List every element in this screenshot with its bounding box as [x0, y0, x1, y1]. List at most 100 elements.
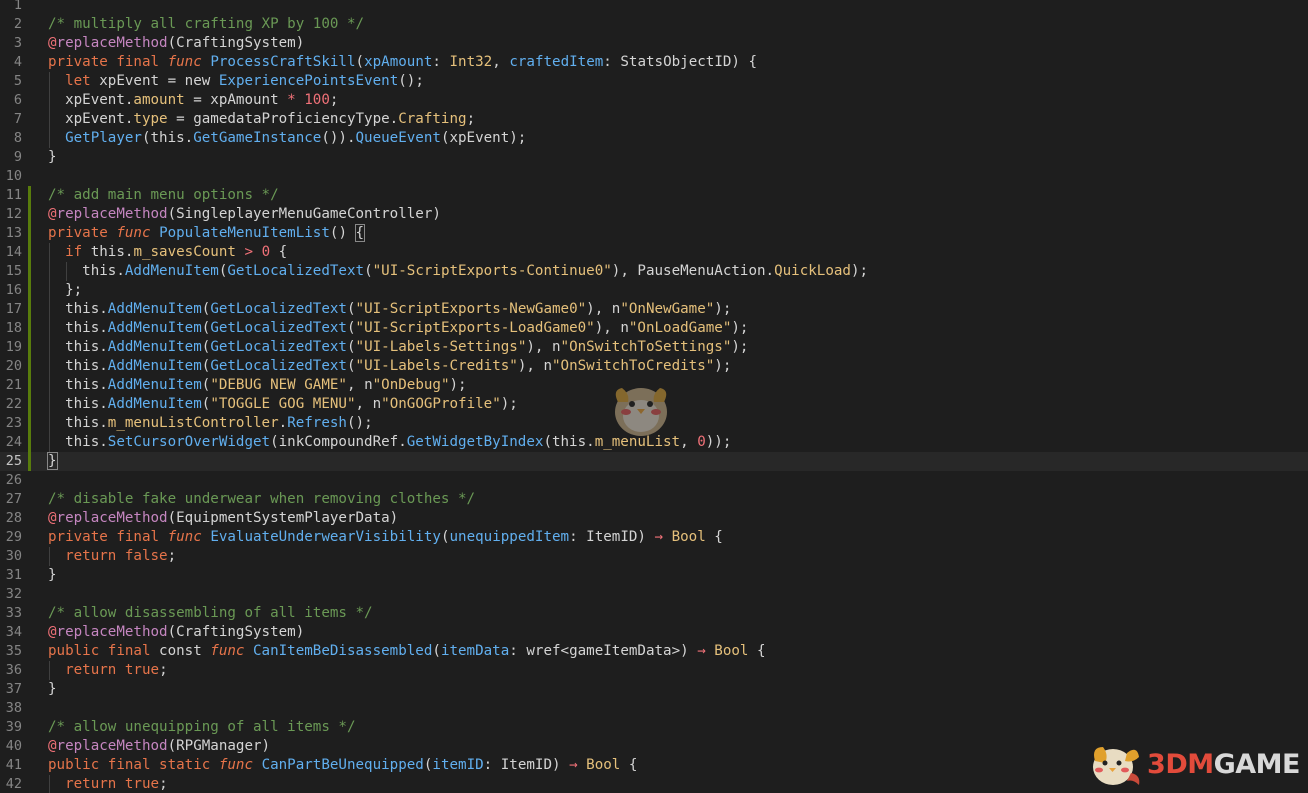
code-text[interactable]: this.m_menuListController.Refresh();	[48, 414, 373, 433]
code-text[interactable]: let xpEvent = new ExperiencePointsEvent(…	[48, 72, 424, 91]
line-number: 31	[5, 567, 22, 583]
code-line[interactable]: 2 /* multiply all crafting XP by 100 */	[0, 15, 1308, 34]
code-line[interactable]: 4 private final func ProcessCraftSkill(xp…	[0, 53, 1308, 72]
code-line[interactable]: 39 /* allow unequipping of all items */	[0, 718, 1308, 737]
code-line[interactable]: 19 this.AddMenuItem(GetLocalizedText("UI…	[0, 338, 1308, 357]
code-text[interactable]: this.AddMenuItem(GetLocalizedText("UI-La…	[48, 338, 748, 357]
code-text[interactable]: private func PopulateMenuItemList() {	[48, 224, 366, 243]
code-line[interactable]: 34 @replaceMethod(CraftingSystem)	[0, 623, 1308, 642]
code-line[interactable]: 8 GetPlayer(this.GetGameInstance()).Queu…	[0, 129, 1308, 148]
code-text[interactable]: return true;	[48, 775, 168, 793]
code-text[interactable]: public final static func CanPartBeUnequi…	[48, 756, 637, 775]
code-text[interactable]: this.AddMenuItem(GetLocalizedText("UI-Sc…	[48, 262, 868, 281]
code-token: "TOGGLE GOG MENU"	[210, 396, 356, 412]
code-text[interactable]: return false;	[48, 547, 176, 566]
code-text[interactable]: /* disable fake underwear when removing …	[48, 490, 475, 509]
code-line[interactable]: 33 /* allow disassembling of all items */	[0, 604, 1308, 623]
code-line[interactable]: 30 return false;	[0, 547, 1308, 566]
code-line[interactable]: 36 return true;	[0, 661, 1308, 680]
code-editor[interactable]: 42 return true; 41 public final static fun…	[0, 0, 1308, 793]
code-text[interactable]: }	[48, 148, 57, 167]
code-line[interactable]: 1	[0, 0, 1308, 15]
code-text[interactable]: }	[47, 452, 58, 471]
code-line[interactable]: 12 @replaceMethod(SingleplayerMenuGameCon…	[0, 205, 1308, 224]
code-line[interactable]: 35 public final const func CanItemBeDisas…	[0, 642, 1308, 661]
code-text[interactable]: this.AddMenuItem("TOGGLE GOG MENU", n"On…	[48, 395, 518, 414]
code-line[interactable]: 5 let xpEvent = new ExperiencePointsEven…	[0, 72, 1308, 91]
code-line[interactable]: 11 /* add main menu options */	[0, 186, 1308, 205]
code-text[interactable]: xpEvent.type = gamedataProficiencyType.C…	[48, 110, 475, 129]
code-line[interactable]: 13 private func PopulateMenuItemList() {	[0, 224, 1308, 243]
code-line[interactable]: 9}	[0, 148, 1308, 167]
code-line[interactable]: 31}	[0, 566, 1308, 585]
code-text[interactable]: if this.m_savesCount > 0 {	[48, 243, 287, 262]
code-line[interactable]: 16 };	[0, 281, 1308, 300]
code-token: m_savesCount	[133, 244, 236, 260]
code-text[interactable]: return true;	[48, 661, 168, 680]
code-line[interactable]: 29 private final func EvaluateUnderwearVi…	[0, 528, 1308, 547]
code-line[interactable]: 18 this.AddMenuItem(GetLocalizedText("UI…	[0, 319, 1308, 338]
code-token: Bool	[714, 643, 749, 659]
code-text[interactable]: }	[48, 680, 57, 699]
code-text[interactable]: /* allow unequipping of all items */	[48, 718, 356, 737]
code-line[interactable]: 37}	[0, 680, 1308, 699]
code-text[interactable]: @replaceMethod(RPGManager)	[48, 737, 270, 756]
code-token: ), n	[586, 301, 621, 317]
code-text[interactable]: @replaceMethod(CraftingSystem)	[48, 623, 304, 642]
code-token: false	[124, 548, 168, 564]
code-line[interactable]: 25}	[0, 452, 1308, 471]
line-number: 2	[13, 16, 22, 32]
code-token: "OnGOGProfile"	[381, 396, 501, 412]
code-text[interactable]: this.AddMenuItem(GetLocalizedText("UI-Sc…	[48, 319, 748, 338]
code-text[interactable]: public final const func CanItemBeDisasse…	[48, 642, 766, 661]
code-text[interactable]: /* allow disassembling of all items */	[48, 604, 373, 623]
code-text[interactable]: this.AddMenuItem("DEBUG NEW GAME", n"OnD…	[48, 376, 467, 395]
code-token: AddMenuItem	[124, 263, 219, 279]
code-token: this.	[48, 358, 108, 374]
code-line[interactable]: 14 if this.m_savesCount > 0 {	[0, 243, 1308, 262]
line-number: 23	[5, 415, 22, 431]
code-token: "OnSwitchToSettings"	[560, 339, 732, 355]
code-token: }	[48, 681, 57, 697]
code-text[interactable]: };	[48, 281, 82, 300]
line-number: 13	[5, 225, 22, 241]
code-text[interactable]: GetPlayer(this.GetGameInstance()).QueueE…	[48, 129, 526, 148]
code-token: AddMenuItem	[107, 377, 202, 393]
code-token: /* disable fake underwear when removing …	[48, 491, 476, 507]
code-line[interactable]: 15 this.AddMenuItem(GetLocalizedText("UI…	[0, 262, 1308, 281]
code-text[interactable]: this.AddMenuItem(GetLocalizedText("UI-Sc…	[48, 300, 731, 319]
code-token: public final static	[48, 757, 219, 773]
code-line[interactable]: 17 this.AddMenuItem(GetLocalizedText("UI…	[0, 300, 1308, 319]
code-token: itemData	[440, 643, 510, 659]
line-number: 18	[5, 320, 22, 336]
code-text[interactable]: }	[48, 566, 57, 585]
code-text[interactable]: /* multiply all crafting XP by 100 */	[48, 15, 364, 34]
code-line[interactable]: 38	[0, 699, 1308, 718]
code-line[interactable]: 10	[0, 167, 1308, 186]
line-number: 6	[13, 92, 22, 108]
watermark-prefix: 3DM	[1147, 748, 1214, 780]
code-line[interactable]: 7 xpEvent.type = gamedataProficiencyType…	[0, 110, 1308, 129]
code-token: →	[569, 757, 578, 773]
code-line[interactable]: 27 /* disable fake underwear when removin…	[0, 490, 1308, 509]
code-token: (CraftingSystem)	[167, 35, 305, 51]
code-text[interactable]: @replaceMethod(SingleplayerMenuGameContr…	[48, 205, 441, 224]
code-token: CanItemBeDisassembled	[253, 643, 433, 659]
code-text[interactable]: private final func EvaluateUnderwearVisi…	[48, 528, 723, 547]
code-text[interactable]: xpEvent.amount = xpAmount * 100;	[48, 91, 338, 110]
code-token: let	[65, 73, 100, 89]
code-text[interactable]: @replaceMethod(CraftingSystem)	[48, 34, 304, 53]
code-text[interactable]: /* add main menu options */	[48, 186, 279, 205]
code-token: GetGameInstance	[193, 130, 322, 146]
line-number: 14	[5, 244, 22, 260]
code-token: (inkCompoundRef.	[270, 434, 407, 450]
code-line[interactable]: 32	[0, 585, 1308, 604]
code-line[interactable]: 26	[0, 471, 1308, 490]
code-token: GetLocalizedText	[210, 301, 347, 317]
code-line[interactable]: 28 @replaceMethod(EquipmentSystemPlayerDa…	[0, 509, 1308, 528]
code-line[interactable]: 6 xpEvent.amount = xpAmount * 100;	[0, 91, 1308, 110]
code-line[interactable]: 3 @replaceMethod(CraftingSystem)	[0, 34, 1308, 53]
code-text[interactable]: private final func ProcessCraftSkill(xpA…	[48, 53, 757, 72]
code-text[interactable]: @replaceMethod(EquipmentSystemPlayerData…	[48, 509, 398, 528]
